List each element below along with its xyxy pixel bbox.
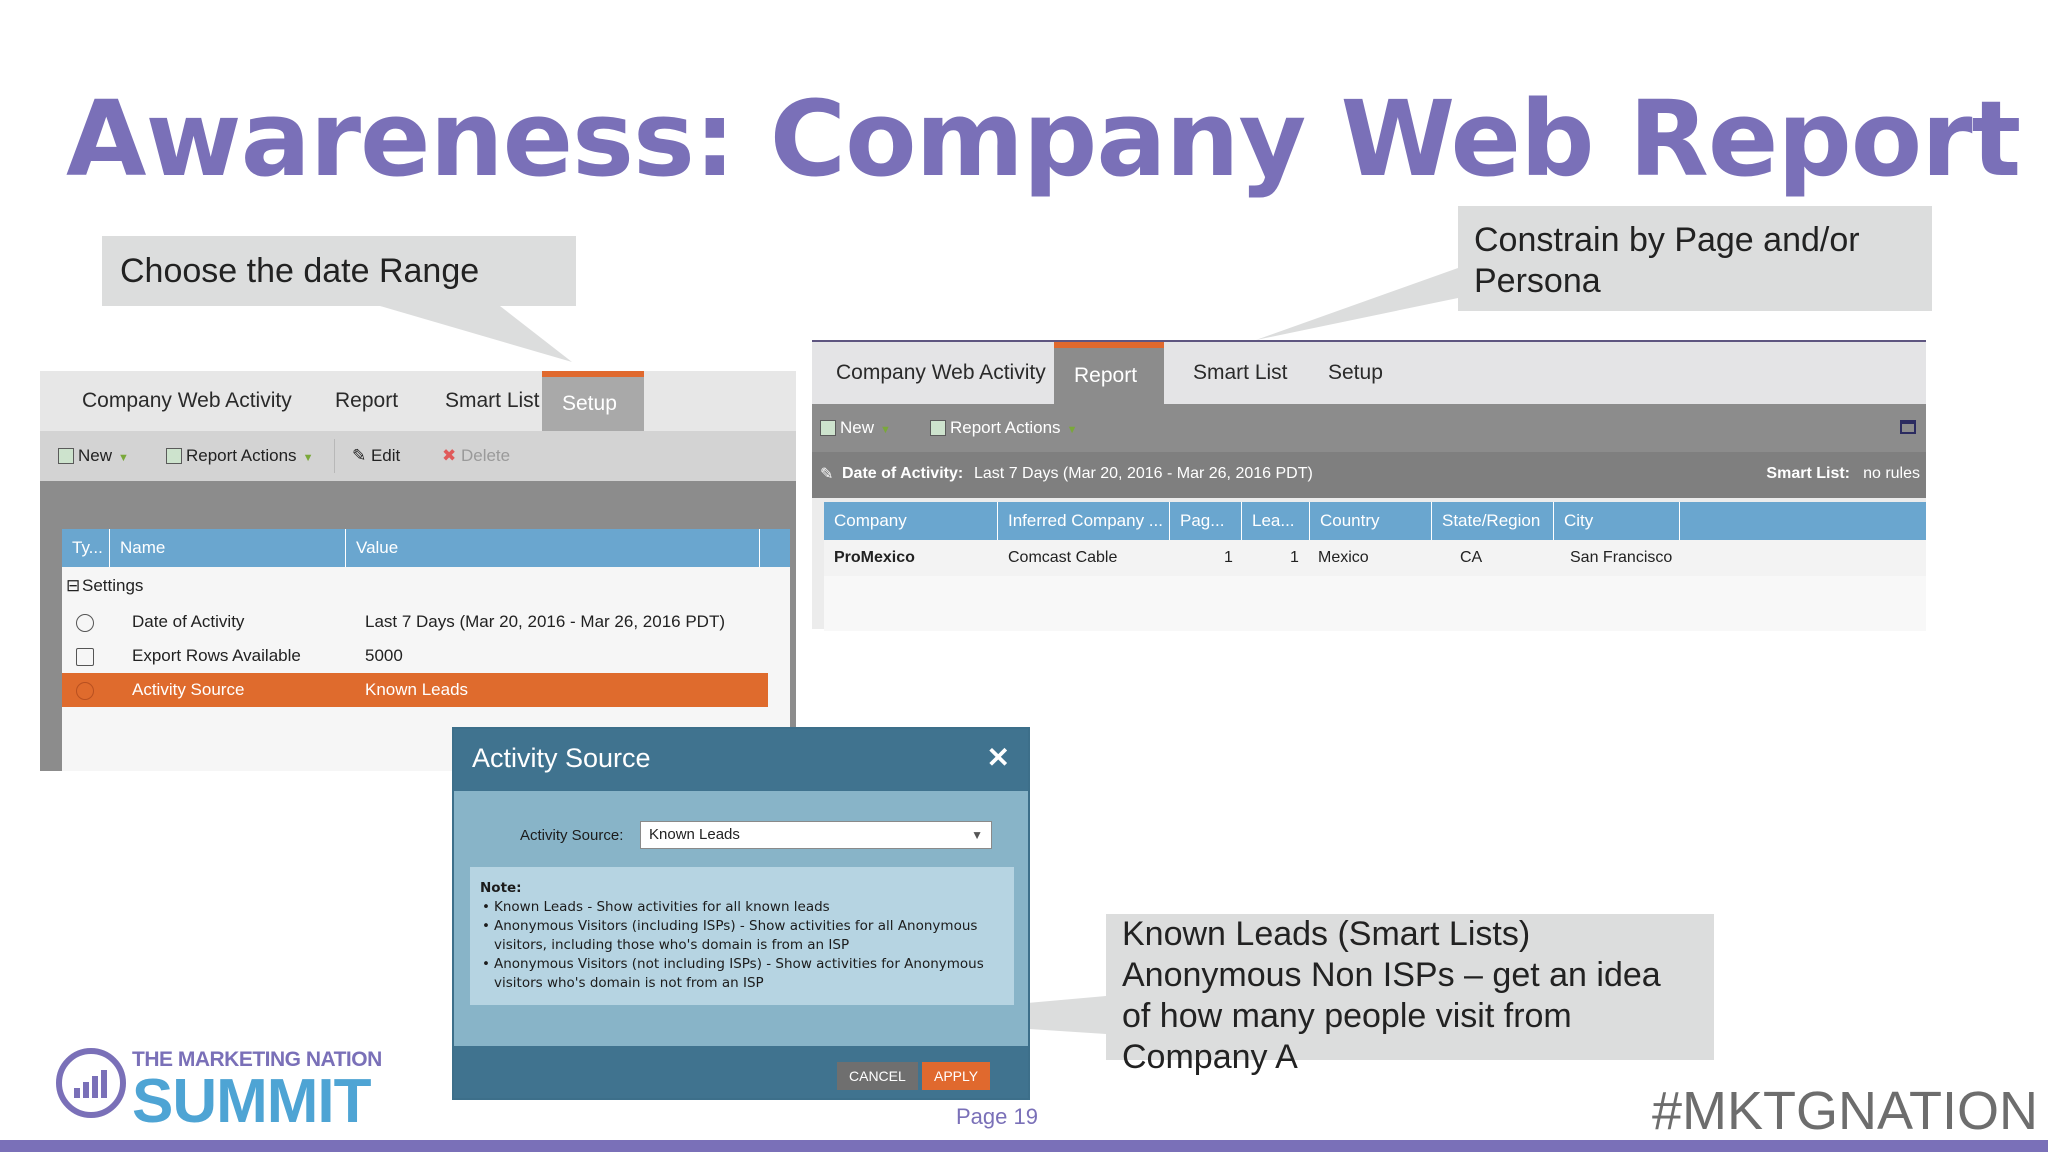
table-row-selected[interactable]: Activity Source Known Leads bbox=[62, 673, 768, 707]
apply-button[interactable]: APPLY bbox=[922, 1062, 991, 1090]
gear-icon bbox=[76, 682, 94, 700]
setup-panel: Company Web Activity Report Smart List S… bbox=[40, 371, 796, 771]
note-item: Known Leads - Show activities for all kn… bbox=[480, 898, 1004, 917]
tab-report[interactable]: Report bbox=[315, 371, 418, 431]
close-icon[interactable]: ✕ bbox=[987, 741, 1010, 774]
table-row[interactable]: Date of Activity Last 7 Days (Mar 20, 20… bbox=[62, 605, 790, 639]
dropdown-arrow-icon: ▼ bbox=[1066, 424, 1078, 436]
filter-label: Date of Activity: bbox=[842, 465, 964, 482]
toolbar: New ▼ Report Actions ▼ bbox=[812, 404, 1926, 452]
tab-company-web-activity[interactable]: Company Web Activity bbox=[62, 371, 312, 431]
smart-list-label: Smart List: bbox=[1766, 465, 1850, 482]
export-icon bbox=[76, 648, 94, 666]
column-state[interactable]: State/Region bbox=[1432, 502, 1554, 540]
report-actions-button[interactable]: Report Actions ▼ bbox=[166, 431, 313, 481]
column-city[interactable]: City bbox=[1554, 502, 1680, 540]
pencil-icon: ✎ bbox=[352, 446, 371, 465]
edit-button[interactable]: ✎ Edit bbox=[352, 431, 400, 481]
note-item: Anonymous Visitors (including ISPs) - Sh… bbox=[480, 917, 1004, 955]
report-icon bbox=[930, 420, 946, 436]
column-inferred-company[interactable]: Inferred Company ... bbox=[998, 502, 1170, 540]
column-value[interactable]: Value bbox=[346, 529, 760, 567]
footer-bar bbox=[0, 1140, 2048, 1152]
new-button[interactable]: New ▼ bbox=[820, 404, 891, 452]
report-icon bbox=[166, 448, 182, 464]
new-icon bbox=[58, 448, 74, 464]
report-actions-button[interactable]: Report Actions ▼ bbox=[930, 404, 1077, 452]
column-type[interactable]: Ty... bbox=[62, 529, 110, 567]
tab-bar: Company Web Activity Report Smart List S… bbox=[812, 342, 1926, 404]
dropdown-arrow-icon: ▼ bbox=[118, 452, 129, 464]
column-name[interactable]: Name bbox=[110, 529, 346, 567]
delete-button[interactable]: ✖ Delete bbox=[442, 431, 510, 481]
note-box: Note: Known Leads - Show activities for … bbox=[470, 867, 1014, 1005]
tab-company-web-activity[interactable]: Company Web Activity bbox=[816, 342, 1066, 404]
tab-setup[interactable]: Setup bbox=[542, 371, 644, 431]
delete-icon: ✖ bbox=[442, 446, 461, 465]
dropdown-arrow-icon: ▼ bbox=[302, 452, 314, 464]
column-leads[interactable]: Lea... bbox=[1242, 502, 1310, 540]
chevron-down-icon: ▼ bbox=[971, 828, 983, 842]
callout-known-leads: Known Leads (Smart Lists) Anonymous Non … bbox=[1106, 914, 1714, 1076]
column-country[interactable]: Country bbox=[1310, 502, 1432, 540]
bar-chart-icon bbox=[74, 1070, 107, 1098]
dropdown-arrow-icon: ▼ bbox=[880, 424, 891, 436]
tab-smart-list[interactable]: Smart List bbox=[1173, 342, 1308, 404]
hashtag: #MKTGNATION bbox=[1652, 1081, 2039, 1141]
tab-bar: Company Web Activity Report Smart List S… bbox=[40, 371, 796, 431]
table-row[interactable]: ProMexico Comcast Cable 1 1 Mexico CA Sa… bbox=[824, 540, 1926, 576]
tab-report[interactable]: Report bbox=[1054, 342, 1164, 404]
grid-header: Company Inferred Company ... Pag... Lea.… bbox=[824, 502, 1926, 540]
dialog-footer: CANCEL APPLY bbox=[454, 1046, 1028, 1098]
cancel-button[interactable]: CANCEL bbox=[837, 1062, 918, 1090]
clock-icon bbox=[76, 614, 94, 632]
window-icon[interactable] bbox=[1900, 420, 1916, 434]
tab-smart-list[interactable]: Smart List bbox=[425, 371, 560, 431]
table-row[interactable]: Export Rows Available 5000 bbox=[62, 639, 790, 673]
grid-header: Ty... Name Value bbox=[62, 529, 790, 567]
dialog-header: Activity Source ✕ bbox=[454, 729, 1028, 791]
new-button[interactable]: New ▼ bbox=[58, 431, 129, 481]
note-title: Note: bbox=[480, 880, 522, 896]
wrench-icon[interactable]: ✎ bbox=[820, 464, 833, 484]
grid-empty-area bbox=[824, 576, 1926, 631]
smart-list-value[interactable]: no rules bbox=[1863, 465, 1920, 483]
dialog-body: Activity Source: Known Leads ▼ Note: Kno… bbox=[454, 791, 1028, 1046]
filter-value[interactable]: Last 7 Days (Mar 20, 2016 - Mar 26, 2016… bbox=[974, 465, 1313, 483]
logo-wordmark: SUMMIT bbox=[132, 1067, 372, 1136]
callout-date-range: Choose the date Range bbox=[102, 236, 576, 306]
collapse-icon[interactable]: ⊟ bbox=[66, 569, 80, 603]
slide-title: Awareness: Company Web Report bbox=[66, 78, 2021, 200]
activity-source-select[interactable]: Known Leads ▼ bbox=[640, 821, 992, 849]
column-company[interactable]: Company bbox=[824, 502, 998, 540]
tab-setup[interactable]: Setup bbox=[1308, 342, 1403, 404]
column-pages[interactable]: Pag... bbox=[1170, 502, 1242, 540]
settings-group-row[interactable]: ⊟ Settings bbox=[62, 569, 790, 603]
toolbar-divider bbox=[334, 439, 335, 473]
toolbar: New ▼ Report Actions ▼ ✎ Edit ✖ Delete bbox=[40, 431, 796, 481]
callout-constrain: Constrain by Page and/or Persona bbox=[1458, 206, 1932, 311]
note-item: Anonymous Visitors (not including ISPs) … bbox=[480, 955, 1004, 993]
new-icon bbox=[820, 420, 836, 436]
activity-source-label: Activity Source: bbox=[520, 827, 624, 844]
dialog-title: Activity Source bbox=[472, 743, 651, 773]
filter-bar: ✎ Date of Activity: Last 7 Days (Mar 20,… bbox=[812, 452, 1926, 498]
page-number: Page 19 bbox=[956, 1104, 1038, 1129]
report-panel: Company Web Activity Report Smart List S… bbox=[812, 340, 1926, 631]
activity-source-dialog: Activity Source ✕ Activity Source: Known… bbox=[452, 727, 1030, 1100]
